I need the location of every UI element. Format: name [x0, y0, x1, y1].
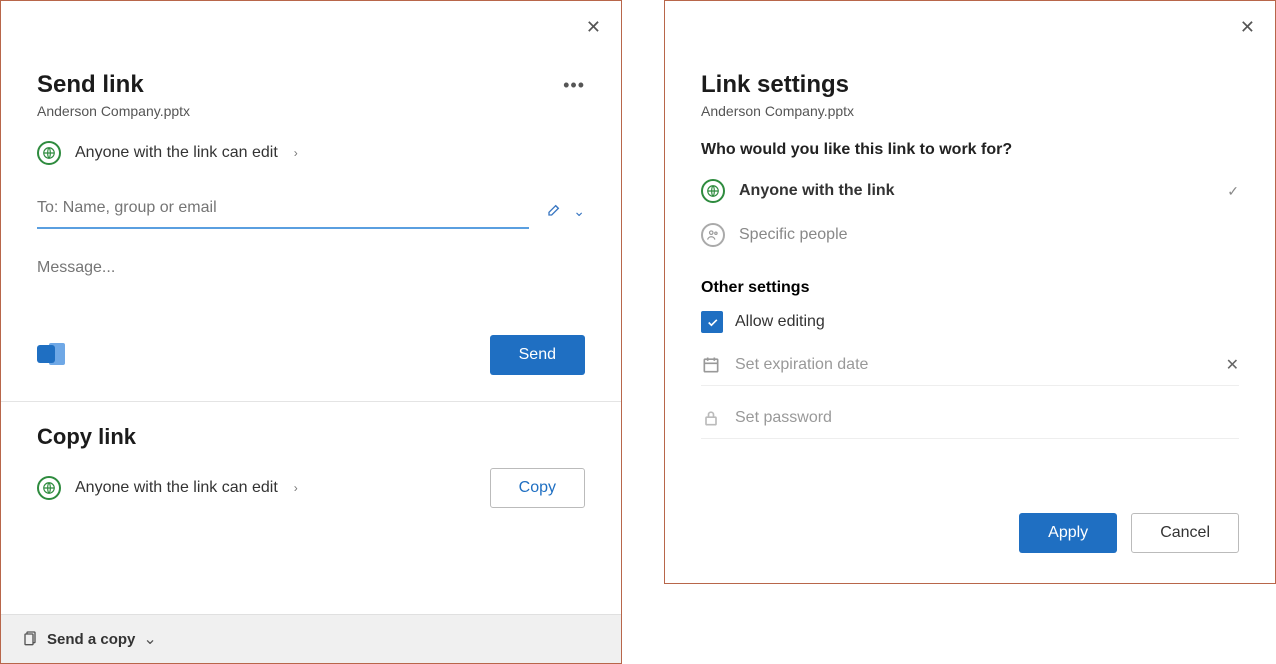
globe-icon	[37, 141, 61, 165]
copy-scope-selector[interactable]: Anyone with the link can edit ›	[37, 476, 298, 500]
chevron-right-icon: ›	[294, 481, 298, 495]
send-link-title: Send link	[37, 71, 585, 99]
expiration-placeholder: Set expiration date	[735, 356, 1212, 374]
link-settings-title: Link settings	[701, 71, 1239, 99]
option-anyone[interactable]: Anyone with the link ✓	[701, 179, 1239, 203]
share-scope-selector[interactable]: Anyone with the link can edit ›	[37, 141, 585, 165]
allow-editing-checkbox[interactable]	[701, 311, 723, 333]
send-button[interactable]: Send	[490, 335, 585, 375]
expiration-row[interactable]: Set expiration date ✕	[701, 355, 1239, 386]
close-icon[interactable]: ✕	[586, 17, 601, 38]
password-placeholder: Set password	[735, 409, 1239, 427]
password-row[interactable]: Set password	[701, 408, 1239, 439]
link-settings-dialog: ✕ Link settings Anderson Company.pptx Wh…	[664, 0, 1276, 584]
copy-scope-text: Anyone with the link can edit	[75, 479, 278, 497]
chevron-down-icon[interactable]: ⌄	[573, 203, 585, 220]
other-settings-heading: Other settings	[701, 279, 1239, 297]
globe-icon	[37, 476, 61, 500]
copy-button[interactable]: Copy	[490, 468, 585, 508]
checkmark-icon: ✓	[1227, 183, 1239, 200]
chevron-down-icon: ⌄	[143, 629, 156, 649]
message-input[interactable]	[37, 259, 585, 277]
send-a-copy-bar[interactable]: Send a copy ⌄	[1, 614, 621, 663]
option-specific[interactable]: Specific people	[701, 223, 1239, 247]
link-settings-filename: Anderson Company.pptx	[701, 103, 1239, 119]
outlook-icon[interactable]	[37, 341, 65, 369]
send-link-dialog: ✕ ••• Send link Anderson Company.pptx An…	[0, 0, 622, 664]
send-a-copy-label: Send a copy	[47, 631, 135, 648]
calendar-icon	[701, 355, 721, 375]
allow-editing-label: Allow editing	[735, 313, 825, 331]
share-scope-text: Anyone with the link can edit	[75, 144, 278, 162]
apply-button[interactable]: Apply	[1019, 513, 1117, 553]
send-link-filename: Anderson Company.pptx	[37, 103, 585, 119]
copy-link-title: Copy link	[37, 424, 585, 450]
recipient-input[interactable]	[37, 193, 529, 229]
lock-icon	[701, 408, 721, 428]
cancel-button[interactable]: Cancel	[1131, 513, 1239, 553]
chevron-right-icon: ›	[294, 146, 298, 160]
link-settings-subheading: Who would you like this link to work for…	[701, 141, 1239, 159]
globe-icon	[701, 179, 725, 203]
option-anyone-label: Anyone with the link	[739, 182, 895, 200]
close-icon[interactable]: ✕	[1240, 17, 1255, 38]
more-options-icon[interactable]: •••	[563, 75, 585, 96]
option-specific-label: Specific people	[739, 226, 848, 244]
document-icon	[23, 630, 39, 648]
pencil-icon[interactable]	[547, 201, 563, 222]
people-icon	[701, 223, 725, 247]
clear-expiration-icon[interactable]: ✕	[1226, 355, 1239, 375]
